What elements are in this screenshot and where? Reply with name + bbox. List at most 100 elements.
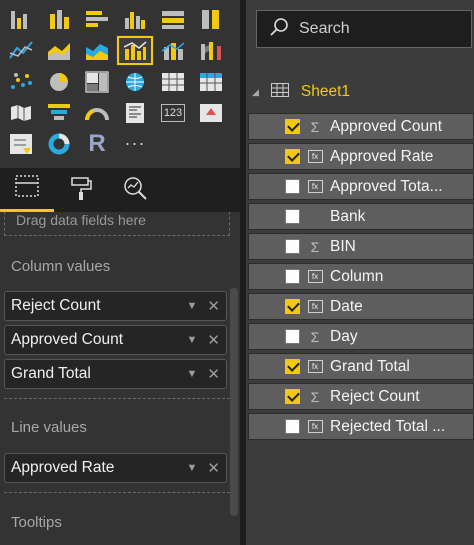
field-item[interactable]: Σ Approved Count (248, 113, 474, 140)
field-item[interactable]: fx Column (248, 263, 474, 290)
clustered-bar-icon[interactable] (78, 4, 116, 35)
blank-type-icon (306, 209, 324, 225)
filled-map-icon[interactable] (2, 97, 40, 128)
field-checkbox[interactable] (285, 329, 300, 344)
area-chart-icon[interactable] (40, 35, 78, 66)
calculated-column-icon: fx (306, 269, 324, 285)
chevron-down-icon[interactable]: ▼ (187, 462, 198, 474)
tab-fields[interactable] (0, 168, 54, 212)
close-icon[interactable]: ✕ (207, 297, 220, 315)
field-item[interactable]: Σ Day (248, 323, 474, 350)
table-node-sheet1[interactable]: ◢ Sheet1 (252, 80, 350, 104)
100-stacked-bar-icon[interactable] (154, 4, 192, 35)
fields-pane: ◢ Sheet1 ΣApproved CountfxApproved Ratef… (246, 0, 474, 545)
line-value-approved-rate[interactable]: Approved Rate ▼ ✕ (4, 453, 227, 483)
field-wells: Drag data fields here Column values Reje… (0, 212, 240, 545)
table-icon[interactable] (154, 66, 192, 97)
field-checkbox[interactable] (285, 419, 300, 434)
fields-tab-icon (13, 172, 41, 205)
field-item[interactable]: Σ BIN (248, 233, 474, 260)
field-item[interactable]: fx Approved Rate (248, 143, 474, 170)
column-value-approved-count[interactable]: Approved Count ▼ ✕ (4, 325, 227, 355)
search-icon (269, 17, 299, 42)
search-box[interactable] (256, 10, 472, 48)
field-checkbox[interactable] (285, 209, 300, 224)
field-item[interactable]: Bank (248, 203, 474, 230)
column-value-grand-total[interactable]: Grand Total ▼ ✕ (4, 359, 227, 389)
field-checkbox[interactable] (285, 389, 300, 404)
scatter-chart-icon[interactable] (2, 66, 40, 97)
sigma-icon: Σ (310, 238, 320, 255)
column-values-title: Column values (11, 258, 111, 275)
table-icon (270, 82, 289, 102)
well-separator (4, 398, 230, 399)
field-item[interactable]: fx Grand Total (248, 353, 474, 380)
field-label: Bank (330, 207, 366, 225)
tooltips-title: Tooltips (11, 514, 62, 531)
calculated-column-icon: fx (306, 149, 324, 165)
field-label: Approved Rate (330, 147, 434, 165)
close-icon[interactable]: ✕ (207, 459, 220, 477)
table-name: Sheet1 (300, 83, 351, 100)
stacked-bar-icon[interactable] (2, 4, 40, 35)
field-checkbox[interactable] (285, 269, 300, 284)
calculated-column-icon: fx (306, 359, 324, 375)
clustered-column-icon[interactable] (116, 4, 154, 35)
treemap-icon[interactable] (78, 66, 116, 97)
line-stacked-column-icon[interactable] (154, 35, 192, 66)
chevron-down-icon[interactable]: ▼ (187, 368, 198, 380)
gauge-icon[interactable] (78, 97, 116, 128)
viz-row (2, 4, 240, 35)
tab-format[interactable] (54, 168, 108, 212)
field-item[interactable]: fx Rejected Total ... (248, 413, 474, 440)
multi-row-card-icon[interactable] (116, 97, 154, 128)
r-visual-icon[interactable]: R (78, 128, 116, 159)
column-value-reject-count[interactable]: Reject Count ▼ ✕ (4, 291, 227, 321)
viz-row: 123 (2, 97, 240, 128)
line-chart-icon[interactable] (2, 35, 40, 66)
line-values-title: Line values (11, 419, 87, 436)
map-icon[interactable] (116, 66, 154, 97)
field-checkbox[interactable] (285, 179, 300, 194)
field-checkbox[interactable] (285, 239, 300, 254)
donut-chart-icon[interactable] (40, 128, 78, 159)
line-clustered-column-icon[interactable] (116, 35, 154, 66)
tab-analytics[interactable] (108, 168, 162, 212)
100-stacked-column-icon[interactable] (192, 4, 230, 35)
sigma-icon: Σ (310, 388, 320, 405)
close-icon[interactable]: ✕ (207, 365, 220, 383)
stacked-column-icon[interactable] (40, 4, 78, 35)
kpi-icon[interactable] (192, 97, 230, 128)
field-item[interactable]: fx Date (248, 293, 474, 320)
field-checkbox[interactable] (285, 299, 300, 314)
field-checkbox[interactable] (285, 149, 300, 164)
pie-chart-icon[interactable] (40, 66, 78, 97)
field-label: Day (330, 327, 358, 345)
drop-zone-hint[interactable]: Drag data fields here (4, 212, 230, 236)
matrix-icon[interactable] (192, 66, 230, 97)
slicer-icon[interactable] (2, 128, 40, 159)
field-checkbox[interactable] (285, 359, 300, 374)
card-icon[interactable]: 123 (154, 97, 192, 128)
ribbon-chart-icon[interactable] (192, 35, 230, 66)
chevron-down-icon[interactable]: ▼ (187, 300, 198, 312)
search-input[interactable] (299, 20, 449, 38)
format-paint-roller-icon (67, 174, 95, 207)
close-icon[interactable]: ✕ (207, 331, 220, 349)
field-label: Reject Count (330, 387, 420, 405)
field-label: Approved Tota... (330, 177, 443, 195)
stacked-area-icon[interactable] (78, 35, 116, 66)
wells-scrollbar[interactable] (230, 288, 238, 516)
collapse-arrow-icon[interactable]: ◢ (252, 87, 259, 98)
viz-row: R ··· (2, 128, 240, 159)
more-visuals-icon[interactable]: ··· (116, 128, 154, 159)
sigma-icon: Σ (310, 328, 320, 345)
field-label: Date (330, 297, 363, 315)
chevron-down-icon[interactable]: ▼ (187, 334, 198, 346)
funnel-icon[interactable] (40, 97, 78, 128)
field-item[interactable]: fx Approved Tota... (248, 173, 474, 200)
field-item[interactable]: Σ Reject Count (248, 383, 474, 410)
viz-row (2, 35, 240, 66)
field-checkbox[interactable] (285, 119, 300, 134)
field-label: Rejected Total ... (330, 417, 446, 435)
